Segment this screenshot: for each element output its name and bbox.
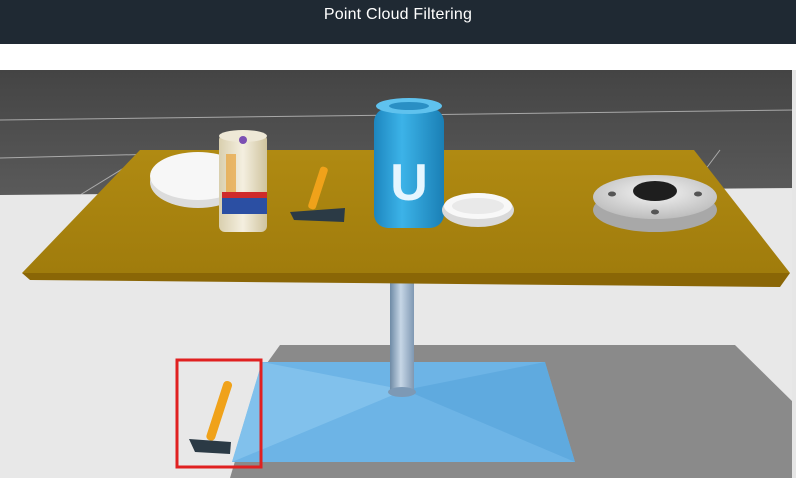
- flange-disk[interactable]: [593, 175, 717, 232]
- can-logo: U: [390, 154, 428, 212]
- window-title: Point Cloud Filtering: [323, 6, 473, 23]
- simulation-viewport[interactable]: U: [0, 70, 796, 478]
- soda-can[interactable]: U: [374, 98, 444, 228]
- white-bowl[interactable]: [442, 193, 514, 227]
- scene-canvas[interactable]: U: [0, 70, 796, 478]
- title-bar: Point Cloud Filtering: [0, 0, 796, 45]
- scrollbar[interactable]: [792, 70, 796, 478]
- header-spacer: [0, 44, 796, 70]
- table-pedestal: [390, 282, 414, 394]
- sugar-box[interactable]: [219, 130, 267, 232]
- pedestal-foot: [388, 387, 416, 397]
